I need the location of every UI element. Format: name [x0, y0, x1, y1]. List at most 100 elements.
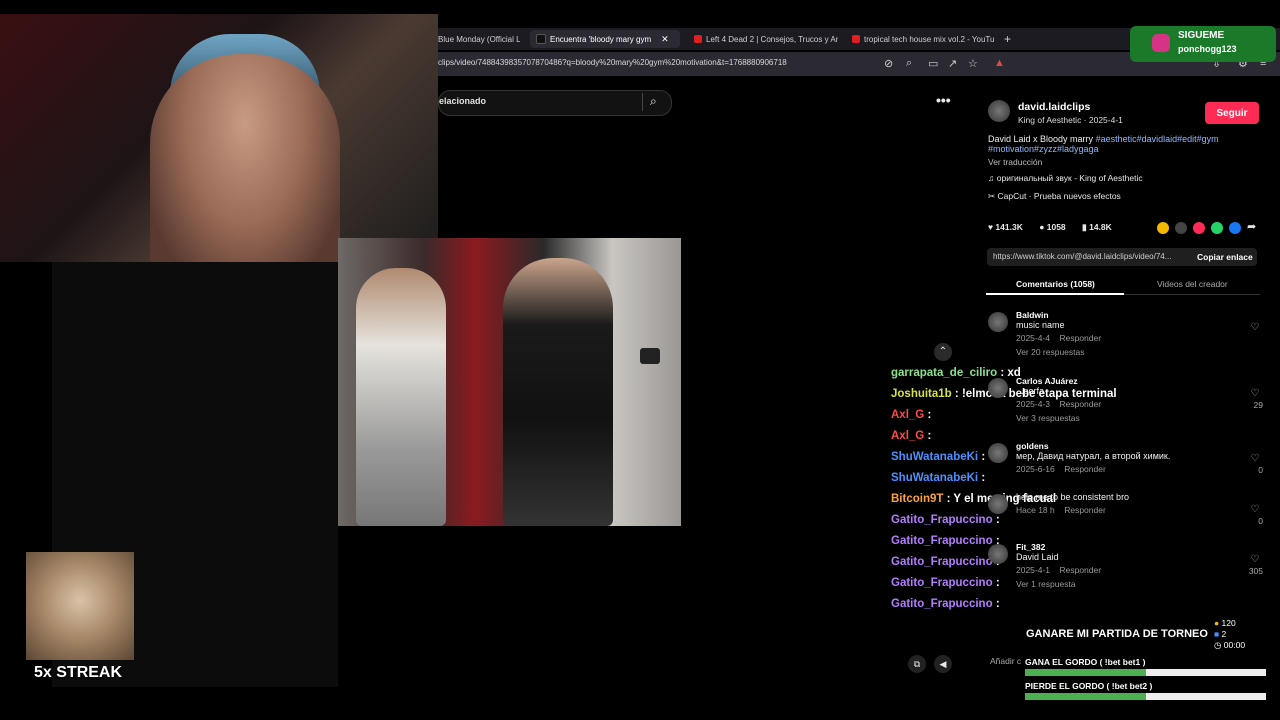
reply-button[interactable]: Responder: [1064, 505, 1106, 515]
search-input[interactable]: elacionado ⌕: [438, 90, 672, 116]
chat-username[interactable]: Axl_G: [891, 409, 924, 421]
follow-overlay: SIGUEME ponchogg123: [1130, 26, 1276, 62]
heart-icon[interactable]: ♡: [1250, 388, 1260, 399]
tab-label: Encuentra 'bloody mary gym: [550, 34, 652, 44]
comment-icon[interactable]: ●: [1039, 222, 1044, 232]
chat-username[interactable]: ShuWatanabeKi: [891, 472, 978, 484]
brave-icon[interactable]: ▲: [994, 57, 1005, 69]
tab-left4dead[interactable]: Left 4 Dead 2 | Consejos, Trucos y Ar: [688, 30, 838, 48]
tab-blue-monday[interactable]: Blue Monday (Official L: [438, 30, 520, 48]
tab-creator-videos[interactable]: Videos del creador: [1157, 279, 1228, 289]
chat-username[interactable]: Gatito_Frapuccino: [891, 577, 993, 589]
comment-item: Fit_382 David Laid 2025-4-1 Responder Ver 1…: [1016, 542, 1101, 589]
chat-text: :: [995, 598, 1000, 610]
url-text[interactable]: clips/video/7488439835707870486?q=bloody…: [438, 58, 787, 67]
coin-icon: ●: [1214, 618, 1222, 628]
send-icon[interactable]: [1193, 222, 1205, 234]
comment-avatar[interactable]: [988, 494, 1008, 514]
chat-message: ShuWatanabeKi :: [891, 451, 985, 471]
heart-icon[interactable]: ♡: [1250, 453, 1260, 464]
sound-row[interactable]: ♫ оригинальный звук - King of Aesthetic: [988, 173, 1143, 183]
comment-avatar[interactable]: [988, 378, 1008, 398]
chat-username[interactable]: Joshuita1b: [891, 388, 952, 400]
reply-button[interactable]: Responder: [1059, 333, 1101, 343]
option-1-bar: [1025, 669, 1266, 676]
more-options-icon[interactable]: •••: [936, 92, 951, 108]
close-icon[interactable]: ✕: [661, 34, 669, 45]
option-2-fill: [1025, 693, 1146, 700]
tiktok-icon: [536, 34, 546, 44]
chat-message: Gatito_Frapuccino :: [891, 577, 1000, 597]
comment-date: Hace 18 h: [1016, 505, 1055, 515]
forward-icon[interactable]: ➦: [1247, 220, 1256, 233]
link-text[interactable]: https://www.tiktok.com/@david.laidclips/…: [993, 252, 1171, 261]
search-icon[interactable]: ⌕: [650, 94, 657, 109]
chat-username[interactable]: garrapata_de_ciliro: [891, 367, 997, 379]
view-replies-button[interactable]: Ver 3 respuestas: [1016, 413, 1101, 423]
chat-username[interactable]: Gatito_Frapuccino: [891, 514, 993, 526]
view-replies-button[interactable]: Ver 20 respuestas: [1016, 347, 1101, 357]
heart-icon[interactable]: ♡: [1250, 504, 1260, 515]
chat-username[interactable]: Gatito_Frapuccino: [891, 535, 993, 547]
reply-button[interactable]: Responder: [1059, 565, 1101, 575]
zoom-icon[interactable]: ⌕: [906, 57, 912, 70]
comment-author[interactable]: goldens: [1016, 441, 1170, 451]
tab-tiktok[interactable]: Encuentra 'bloody mary gym ✕: [530, 30, 680, 48]
chat-username[interactable]: ShuWatanabeKi: [891, 451, 978, 463]
chat-message: ShuWatanabeKi :: [891, 472, 985, 492]
prediction-timer: ◷ 00:00: [1214, 640, 1245, 651]
avatar[interactable]: [988, 100, 1010, 122]
comment-avatar[interactable]: [988, 443, 1008, 463]
author-name[interactable]: david.laidclips: [1018, 101, 1090, 113]
heart-icon[interactable]: ♡: [1250, 554, 1260, 565]
pip-icon[interactable]: ⧉: [908, 655, 926, 673]
facebook-icon[interactable]: [1229, 222, 1241, 234]
view-replies-button[interactable]: Ver 1 respuesta: [1016, 579, 1101, 589]
chat-username[interactable]: Axl_G: [891, 430, 924, 442]
tab-label: Left 4 Dead 2 | Consejos, Trucos y Ar: [706, 34, 838, 44]
share-icon[interactable]: ↗: [948, 57, 957, 70]
comment-avatar[interactable]: [988, 312, 1008, 332]
option-2-bar: [1025, 693, 1266, 700]
bookmark-icon[interactable]: ☆: [968, 57, 978, 70]
chat-text: :: [995, 577, 1000, 589]
scroll-up-button[interactable]: ⌃: [934, 343, 952, 361]
embed-icon[interactable]: [1175, 222, 1187, 234]
volume-icon[interactable]: ◀: [934, 655, 952, 673]
heart-icon[interactable]: ♡: [1250, 322, 1260, 333]
add-comment-input[interactable]: Añadir c: [990, 656, 1021, 666]
new-tab-button[interactable]: +: [1004, 30, 1018, 48]
like-icon[interactable]: ♥: [988, 222, 993, 232]
instagram-icon: [1152, 34, 1170, 52]
follow-button[interactable]: Seguir: [1205, 102, 1259, 124]
comment-text: help me to be consistent bro: [1016, 492, 1130, 502]
tab-comments[interactable]: Comentarios (1058): [1016, 279, 1095, 289]
screen-icon[interactable]: ▭: [928, 57, 938, 70]
comment-author[interactable]: Fit_382: [1016, 542, 1101, 552]
translate-link[interactable]: Ver traducción: [988, 157, 1042, 167]
hashtags[interactable]: #motivation#zyzz#ladygaga: [988, 144, 1099, 154]
reply-button[interactable]: Responder: [1064, 464, 1106, 474]
clock-icon: ◷: [1214, 640, 1224, 650]
comment-avatar[interactable]: [988, 544, 1008, 564]
streak-label: 5x STREAK: [34, 664, 123, 681]
comment-author[interactable]: Carlos AJuárez: [1016, 376, 1101, 386]
chat-username[interactable]: Bitcoin9T: [891, 493, 943, 505]
copy-link-button[interactable]: Copiar enlace: [1197, 252, 1253, 262]
hashtags[interactable]: #aesthetic#davidlaid#edit#gym: [1096, 134, 1219, 144]
chat-username[interactable]: Gatito_Frapuccino: [891, 598, 993, 610]
tab-tropical[interactable]: tropical tech house mix vol.2 - YouTu: [846, 30, 996, 48]
coin-icon[interactable]: [1157, 222, 1169, 234]
video-player[interactable]: [338, 238, 681, 526]
comment-text: ...porfa: [1016, 386, 1045, 396]
capcut-row[interactable]: ✂ CapCut · Prueba nuevos efectos: [988, 191, 1121, 202]
save-icon[interactable]: ▮: [1082, 222, 1087, 232]
mute-icon[interactable]: ⊘: [884, 57, 893, 70]
reply-button[interactable]: Responder: [1059, 399, 1101, 409]
whatsapp-icon[interactable]: [1211, 222, 1223, 234]
chat-username[interactable]: Gatito_Frapuccino: [891, 556, 993, 568]
description-text: David Laid x Bloody marry: [988, 134, 1094, 144]
comment-author[interactable]: Baldwin: [1016, 310, 1101, 320]
comment-item: Baldwin music name 2025-4-4 Responder Ver 2…: [1016, 310, 1101, 357]
link-copy-bar: https://www.tiktok.com/@david.laidclips/…: [987, 248, 1257, 266]
